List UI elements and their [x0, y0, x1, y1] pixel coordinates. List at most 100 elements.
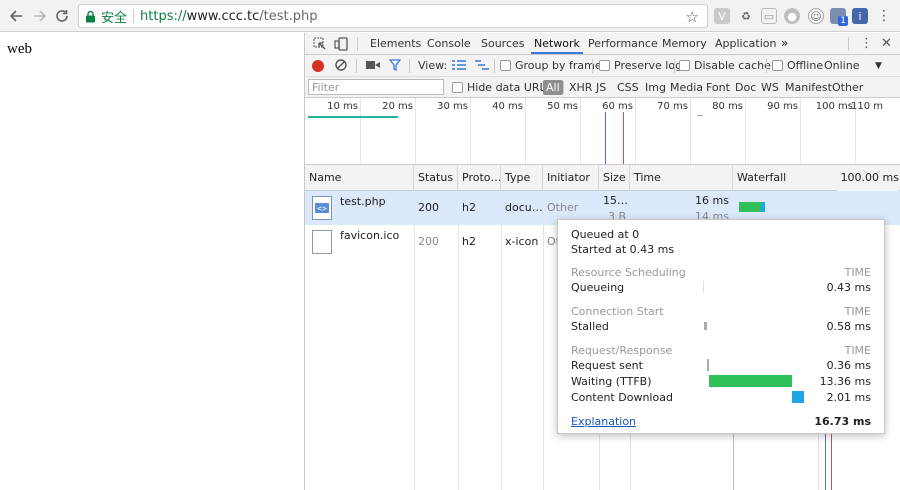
waiting-ttfb-bar [709, 375, 792, 387]
extension-face-icon[interactable]: ☺ [808, 8, 824, 24]
dom-content-loaded-line [605, 112, 606, 164]
column-header-time[interactable]: Time [630, 165, 733, 191]
request-sent-bar [707, 359, 709, 371]
offline-checkbox[interactable]: Offline [772, 55, 823, 77]
column-header-type[interactable]: Type [501, 165, 543, 191]
timing-label: Stalled [571, 320, 609, 333]
filter-type-all[interactable]: All [543, 80, 563, 95]
tab-sources[interactable]: Sources [481, 33, 525, 54]
time-column-header: TIME [844, 344, 871, 357]
offline-label: Offline [787, 59, 824, 72]
waterfall-download-bar [761, 202, 765, 212]
menu-dots-icon[interactable]: ⋮ [876, 8, 892, 24]
tab-memory[interactable]: Memory [662, 33, 707, 54]
capture-screenshots-icon[interactable] [366, 55, 380, 77]
back-arrow-icon[interactable] [6, 6, 26, 26]
explanation-link[interactable]: Explanation [571, 415, 636, 428]
group-by-frame-checkbox[interactable]: Group by frame [500, 55, 602, 77]
timing-value: 13.36 ms [819, 375, 871, 388]
request-protocol: h2 [462, 235, 476, 248]
column-header-size[interactable]: Size [599, 165, 630, 191]
waterfall-waiting-bar [739, 202, 761, 212]
network-overview-timeline[interactable]: 10 ms 20 ms 30 ms 40 ms 50 ms 60 ms 70 m… [305, 98, 900, 165]
tab-network[interactable]: Network [531, 33, 583, 54]
filter-input[interactable] [308, 79, 444, 95]
column-header-waterfall[interactable]: Waterfall 100.00 ms [733, 165, 900, 191]
url-scheme: https:// [140, 8, 187, 24]
recycle-icon[interactable]: ♻ [738, 8, 754, 24]
overview-gridline [360, 98, 361, 164]
overview-download-bar [308, 116, 398, 118]
star-icon[interactable]: ☆ [686, 8, 699, 26]
extension-v-icon[interactable]: V [714, 8, 730, 24]
toolbar-divider [409, 59, 410, 73]
time-column-header: TIME [844, 266, 871, 279]
forward-arrow-icon[interactable] [30, 6, 50, 26]
request-name: test.php [340, 195, 386, 208]
timing-popover: Queued at 0 Started at 0.43 ms Resource … [557, 219, 885, 434]
toolbar-divider [592, 59, 593, 73]
address-bar[interactable]: 安全 https:// www.ccc.tc /test.php ☆ [78, 4, 708, 28]
inspect-element-icon[interactable] [312, 36, 328, 52]
device-toolbar-icon[interactable] [333, 36, 349, 52]
tab-elements[interactable]: Elements [370, 33, 421, 54]
filter-type-doc[interactable]: Doc [735, 77, 756, 98]
more-tabs-chevron-icon[interactable]: » [781, 33, 788, 54]
close-icon[interactable]: ✕ [881, 33, 892, 54]
table-header: Name Status Proto… Type Initiator Size T… [305, 165, 900, 191]
throttle-select[interactable]: Online [824, 55, 859, 77]
extension-circle-icon[interactable]: ● [784, 8, 800, 24]
request-name: favicon.ico [340, 229, 400, 242]
extension-badge-icon[interactable]: 1 [830, 8, 848, 26]
extension-info-icon[interactable]: i [852, 8, 868, 24]
reload-icon[interactable] [52, 6, 72, 26]
section-title: Connection Start [571, 305, 664, 318]
filter-type-other[interactable]: Other [832, 77, 863, 98]
stalled-bar [704, 322, 707, 330]
overview-waterfall-icon[interactable] [475, 55, 489, 77]
filter-funnel-icon[interactable] [388, 55, 402, 77]
filter-type-manifest[interactable]: Manifest [785, 77, 832, 98]
devtools-menu-icon[interactable]: ⋮ [860, 33, 873, 54]
filter-type-ws[interactable]: WS [761, 77, 779, 98]
content-download-bar [792, 391, 804, 403]
timing-label: Content Download [571, 391, 673, 404]
filter-type-xhr[interactable]: XHR [569, 77, 592, 98]
checkbox-box [500, 60, 511, 71]
chevron-down-icon[interactable]: ▼ [875, 55, 882, 77]
overview-tick: 90 ms [767, 101, 798, 112]
checkbox-box [452, 82, 463, 93]
column-header-initiator[interactable]: Initiator [543, 165, 599, 191]
filter-type-img[interactable]: Img [645, 77, 666, 98]
timing-label: Queueing [571, 281, 625, 294]
tab-console[interactable]: Console [427, 33, 471, 54]
request-status: 200 [418, 235, 439, 248]
page-text: web [7, 41, 32, 57]
timing-label: Waiting (TTFB) [571, 375, 652, 388]
filter-type-media[interactable]: Media [670, 77, 703, 98]
toolbar-divider [766, 59, 767, 73]
tab-performance[interactable]: Performance [588, 33, 658, 54]
large-rows-icon[interactable] [452, 55, 466, 77]
column-header-protocol[interactable]: Proto… [458, 165, 501, 191]
request-type: x-icon [505, 235, 539, 248]
section-title: Resource Scheduling [571, 266, 686, 279]
network-toolbar: View: Group by frame Preserve log Disabl… [305, 55, 900, 77]
waterfall-label: Waterfall [737, 171, 787, 184]
filter-type-font[interactable]: Font [706, 77, 730, 98]
record-icon[interactable] [312, 60, 324, 72]
overview-tick: 110 m [851, 101, 884, 112]
overview-gridline [690, 98, 691, 164]
filter-type-js[interactable]: JS [596, 77, 606, 98]
preserve-log-checkbox[interactable]: Preserve log [599, 55, 682, 77]
column-header-name[interactable]: Name [305, 165, 414, 191]
filter-type-css[interactable]: CSS [617, 77, 639, 98]
checkbox-box [772, 60, 783, 71]
toolbar-divider [356, 59, 357, 73]
extension-screen-icon[interactable]: ▭ [761, 8, 777, 24]
tab-application[interactable]: Application [715, 33, 776, 54]
hide-data-urls-checkbox[interactable]: Hide data URLs [452, 77, 551, 98]
column-header-status[interactable]: Status [414, 165, 458, 191]
clear-icon[interactable] [335, 55, 347, 77]
disable-cache-checkbox[interactable]: Disable cache [679, 55, 771, 77]
